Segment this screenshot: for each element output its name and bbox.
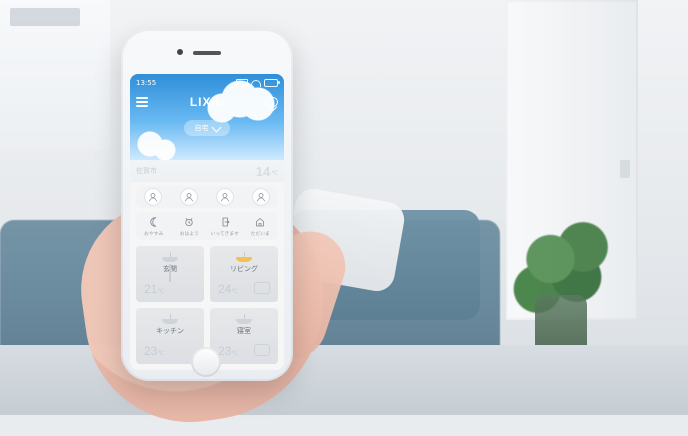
signal-icon [236,79,248,87]
household-members [136,186,278,208]
member-avatar[interactable] [144,188,162,206]
location-selector[interactable]: 自宅 [184,120,230,136]
room-temperature-value: 21 [144,282,158,296]
pendant-icon [169,264,171,282]
room-tile-entrance[interactable]: 玄関 21℃ [136,246,204,302]
scene-modes: おやすみ おはよう いってきます ただいま [136,212,278,240]
wall-picture-frame [10,8,80,26]
weather-temperature: 14 ℃ [256,164,278,179]
room-temperature-unit: ℃ [157,289,165,295]
room-temperature-value: 24 [218,282,232,296]
room-temperature: 23℃ [144,344,164,358]
house-icon [256,217,265,226]
room-name: 寝室 [237,327,251,335]
ceiling-light-icon [232,314,256,324]
wifi-icon [251,79,261,87]
person-icon [185,193,193,202]
status-icons [236,79,280,87]
room-tile-bedroom[interactable]: 寝室 23℃ [210,308,278,364]
person-icon [221,193,229,202]
moon-icon [150,216,156,227]
mode-home[interactable]: ただいま [243,216,279,237]
front-camera [177,49,183,55]
mode-leaving-home[interactable]: いってきます [207,216,243,237]
person-icon [149,193,157,202]
mode-goodnight[interactable]: おやすみ [136,216,172,237]
mode-label: おはよう [179,231,199,237]
member-avatar[interactable] [180,188,198,206]
earpiece-speaker [193,51,221,55]
room-temperature: 24℃ [218,282,238,296]
weather-temperature-unit: ℃ [271,170,278,177]
air-conditioner-icon [254,282,270,294]
mode-label: いってきます [210,231,239,237]
mode-label: ただいま [250,231,270,237]
room-temperature-unit: ℃ [231,289,239,295]
smartphone: 13:55 LIXIL 自宅 佐賀市 14 ℃ おやすみ おはよう いってきます… [121,29,293,381]
location-selector-label: 自宅 [194,124,209,132]
chevron-down-icon [211,122,221,132]
app-topbar: LIXIL [130,92,284,112]
person-icon [257,193,265,202]
ceiling-light-icon [158,252,182,262]
room-temperature-unit: ℃ [157,351,165,357]
weather-row: 佐賀市 14 ℃ [130,160,284,182]
phone-screen: 13:55 LIXIL 自宅 佐賀市 14 ℃ おやすみ おはよう いってきます… [130,74,284,370]
air-conditioner-icon [254,344,270,356]
battery-icon [264,79,280,87]
weather-temperature-value: 14 [255,163,271,179]
member-avatar[interactable] [216,188,234,206]
brand-logo: LIXIL [189,95,225,109]
home-button[interactable] [191,347,221,377]
room-temperature: 23℃ [218,344,238,358]
room-temperature-unit: ℃ [231,351,239,357]
weather-city: 佐賀市 [136,167,157,175]
room-temperature: 21℃ [144,282,164,296]
door-exit-icon [222,217,230,226]
chat-icon[interactable] [266,97,278,107]
alarm-clock-icon [185,217,193,226]
room-temperature-value: 23 [144,344,158,358]
mode-good-morning[interactable]: おはよう [172,216,208,237]
room-name: キッチン [156,327,184,335]
room-name: リビング [230,265,258,273]
mode-label: おやすみ [144,231,164,237]
menu-icon[interactable] [136,97,148,107]
status-bar: 13:55 [136,78,280,88]
room-tile-living[interactable]: リビング 24℃ [210,246,278,302]
member-avatar[interactable] [252,188,270,206]
ceiling-light-icon [158,314,182,324]
ceiling-light-icon [232,252,256,262]
status-time: 13:55 [136,79,157,87]
